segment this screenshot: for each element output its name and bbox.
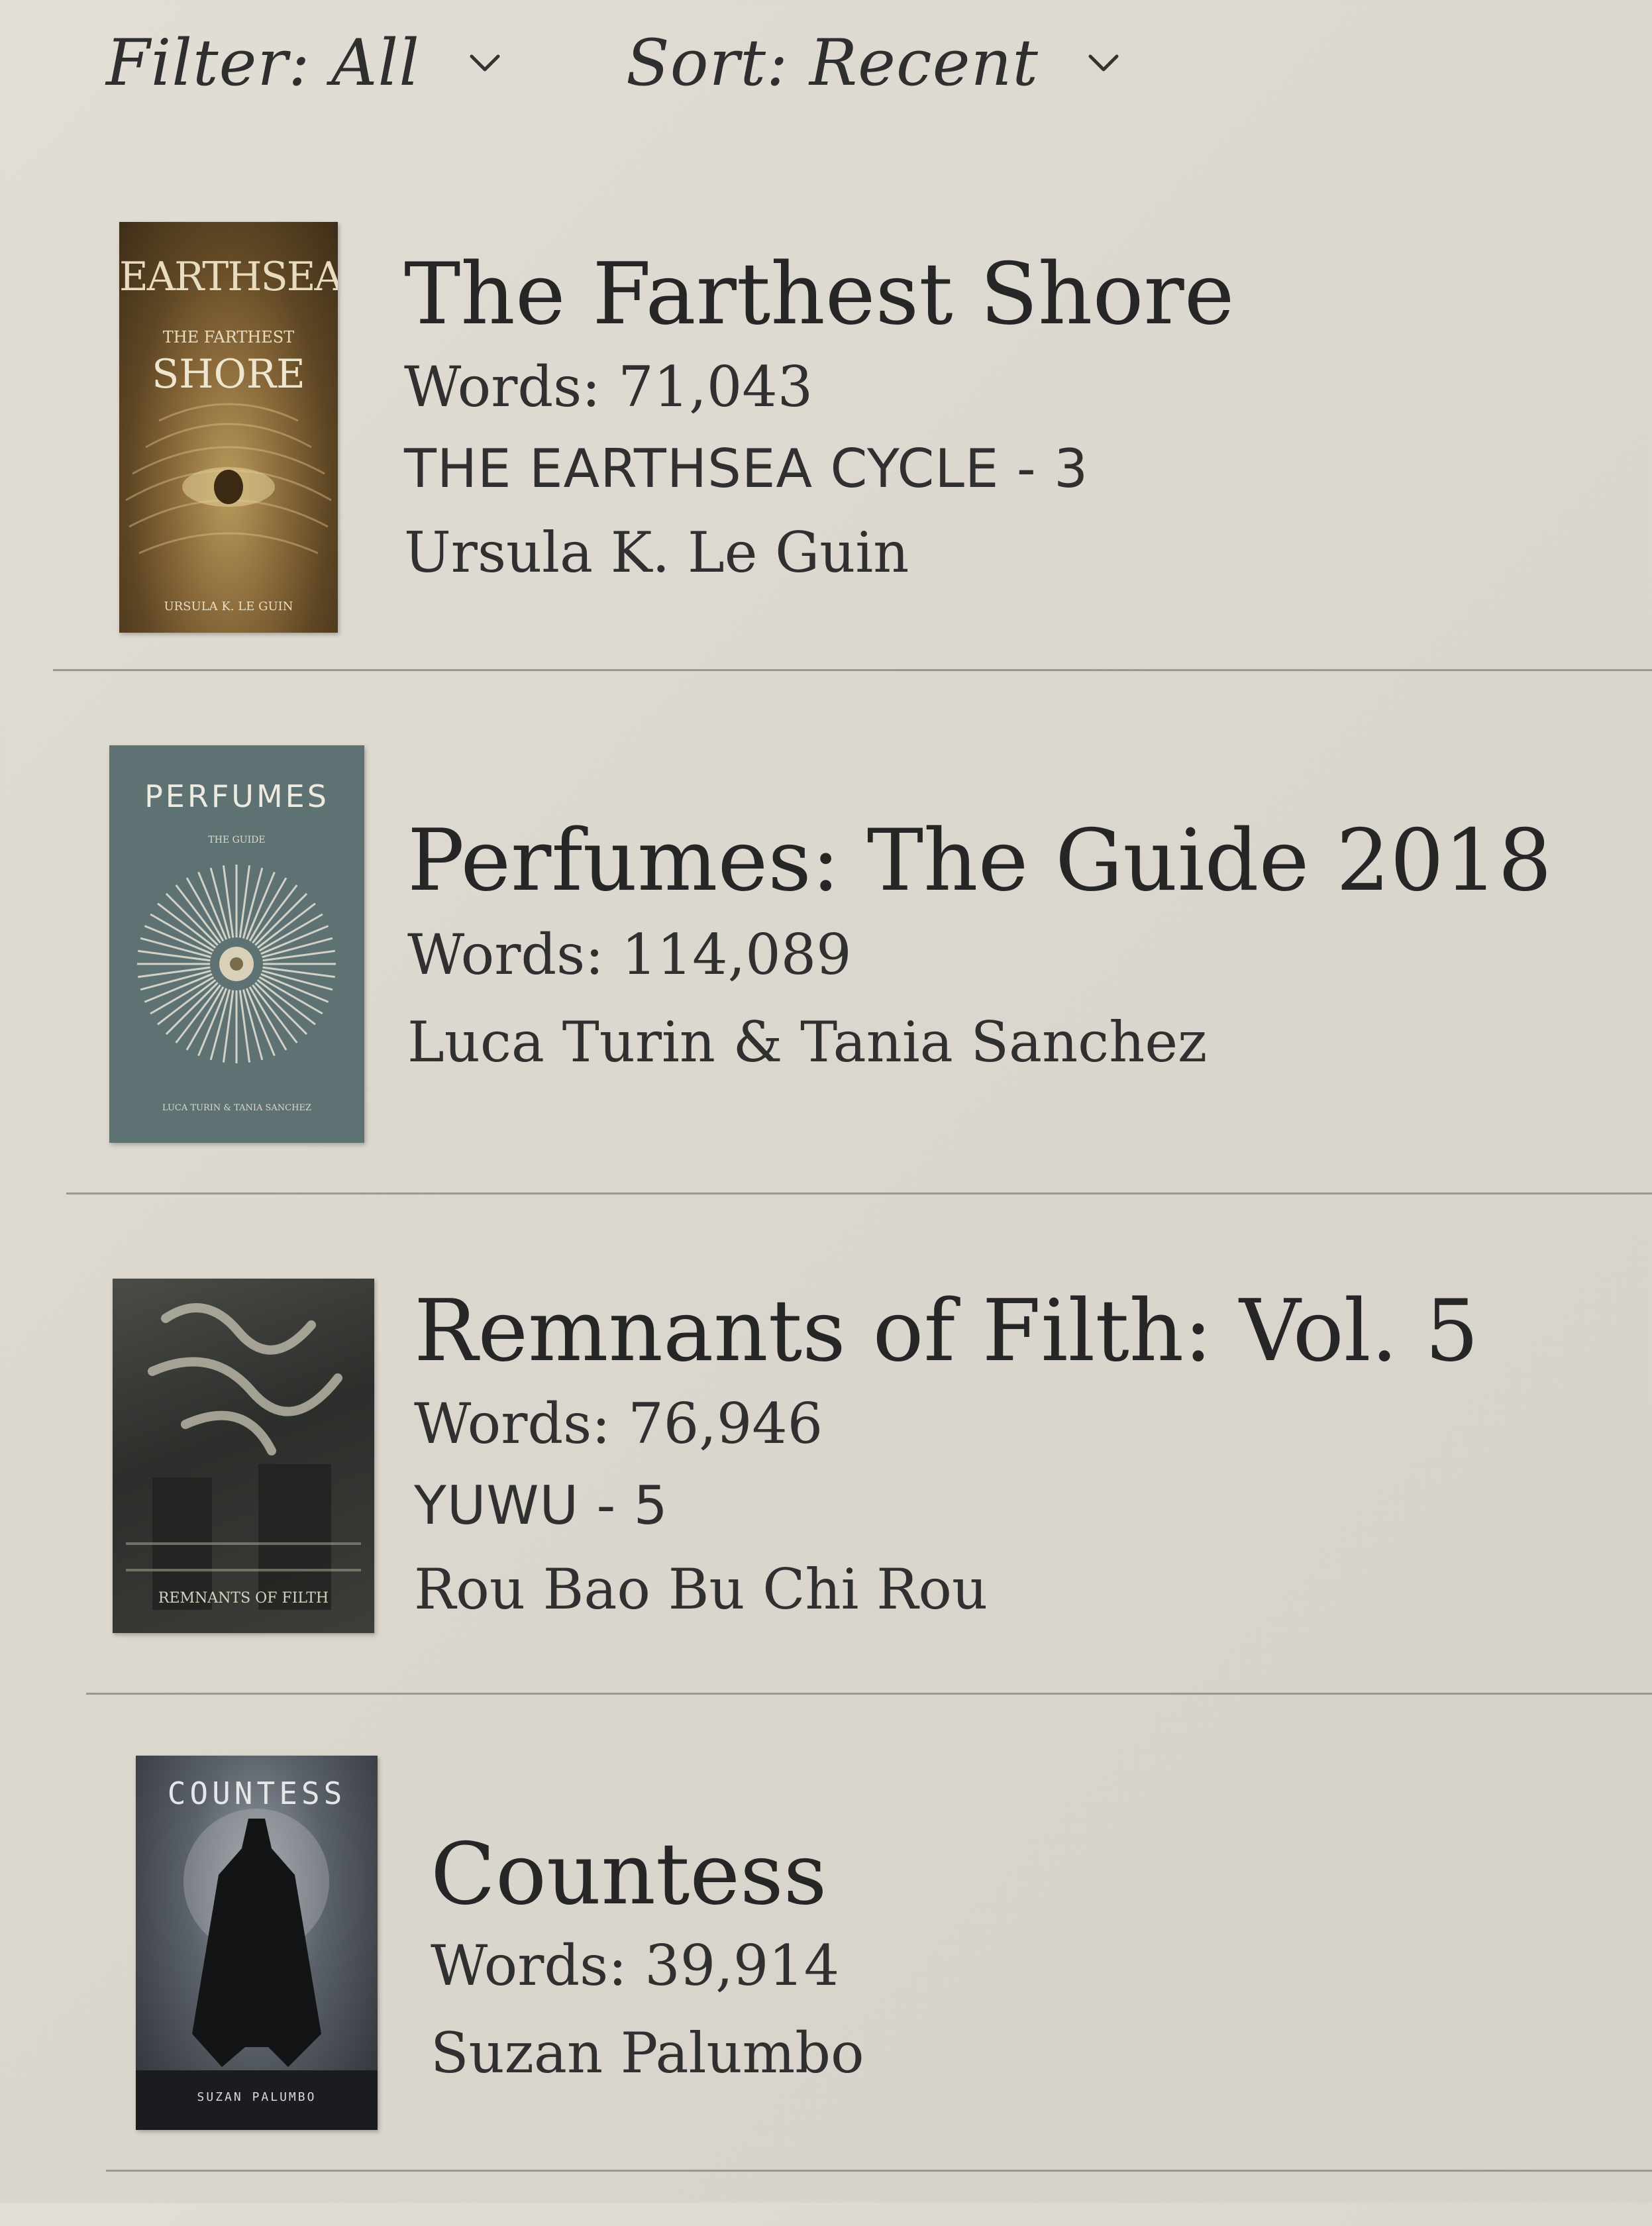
- divider: [53, 669, 1652, 671]
- cover-title-text: REMNANTS OF FILTH: [158, 1590, 329, 1607]
- list-item[interactable]: EARTHSEA THE FARTHEST SHORE URSULA K. LE…: [0, 212, 1652, 689]
- book-author: Suzan Palumbo: [431, 2021, 864, 2086]
- book-title: Perfumes: The Guide 2018: [407, 812, 1552, 910]
- sunburst-ray: [222, 865, 234, 938]
- sunburst-ray: [262, 937, 333, 959]
- list-item[interactable]: COUNTESS SUZAN PALUMBO Countess Words: 3…: [0, 1749, 1652, 2226]
- sunburst-ray: [238, 990, 251, 1063]
- cover-subtitle-text: THE FARTHEST: [162, 328, 295, 346]
- book-cover: REMNANTS OF FILTH: [113, 1279, 374, 1633]
- sunburst-ray: [262, 949, 335, 962]
- figure-art: [136, 1809, 378, 2130]
- sunburst-ray: [262, 969, 333, 991]
- cover-series-text: EARTHSEA: [119, 254, 338, 300]
- book-title: Remnants of Filth: Vol. 5: [414, 1282, 1479, 1381]
- smoke-art: [126, 1303, 361, 1610]
- cover-title-text: COUNTESS: [167, 1776, 346, 1811]
- divider: [66, 1192, 1652, 1194]
- series-name: THE EARTHSEA CYCLE - 3: [404, 438, 1089, 500]
- word-count: Words: 39,914: [431, 1933, 840, 1998]
- list-item[interactable]: PERFUMES THE GUIDE LUCA TURIN & TANIA SA…: [0, 742, 1652, 1219]
- book-info: Perfumes: The Guide 2018 Words: 114,089 …: [407, 812, 1552, 1075]
- divider: [106, 2170, 1652, 2172]
- word-count: Words: 71,043: [404, 354, 813, 419]
- sunburst-ray: [140, 937, 211, 959]
- book-title: Countess: [431, 1825, 827, 1924]
- book-cover: PERFUMES THE GUIDE LUCA TURIN & TANIA SA…: [109, 745, 364, 1143]
- sunburst-ray: [222, 990, 234, 1063]
- cover-title-text: PERFUMES: [144, 778, 329, 814]
- sunburst-ray: [138, 949, 211, 962]
- cover-title-text: SHORE: [152, 351, 305, 398]
- sunburst-ray: [209, 989, 231, 1061]
- book-cover: EARTHSEA THE FARTHEST SHORE URSULA K. LE…: [119, 222, 338, 633]
- sunburst-ray: [262, 966, 335, 979]
- book-author: Rou Bao Bu Chi Rou: [414, 1557, 988, 1622]
- sunburst-ray: [242, 989, 264, 1061]
- sunburst-ray: [138, 966, 211, 979]
- book-author: Luca Turin & Tania Sanchez: [407, 1010, 1208, 1075]
- book-cover: COUNTESS SUZAN PALUMBO: [136, 1756, 378, 2130]
- cover-author-text: URSULA K. LE GUIN: [164, 600, 293, 613]
- book-info: Remnants of Filth: Vol. 5 Words: 76,946 …: [414, 1285, 1479, 1620]
- book-author: Ursula K. Le Guin: [404, 520, 909, 586]
- list-item[interactable]: REMNANTS OF FILTH Remnants of Filth: Vol…: [0, 1272, 1652, 1749]
- sunburst-ray: [242, 867, 264, 939]
- sunburst-ray: [238, 865, 251, 938]
- cover-author-text: SUZAN PALUMBO: [197, 2090, 317, 2104]
- word-count: Words: 114,089: [407, 922, 852, 987]
- book-title: The Farthest Shore: [404, 245, 1235, 344]
- sunburst-ray: [209, 867, 231, 939]
- book-info: The Farthest Shore Words: 71,043 THE EAR…: [404, 245, 1235, 586]
- word-count: Words: 76,946: [414, 1391, 823, 1456]
- cover-author-text: LUCA TURIN & TANIA SANCHEZ: [162, 1103, 311, 1113]
- sunburst-ray: [140, 969, 211, 991]
- book-list: EARTHSEA THE FARTHEST SHORE URSULA K. LE…: [0, 0, 1652, 2203]
- divider: [86, 1693, 1652, 1695]
- cover-subtitle-text: THE GUIDE: [208, 835, 266, 845]
- book-info: Countess Words: 39,914 Suzan Palumbo: [431, 1828, 864, 2084]
- series-name: YUWU - 5: [414, 1475, 668, 1537]
